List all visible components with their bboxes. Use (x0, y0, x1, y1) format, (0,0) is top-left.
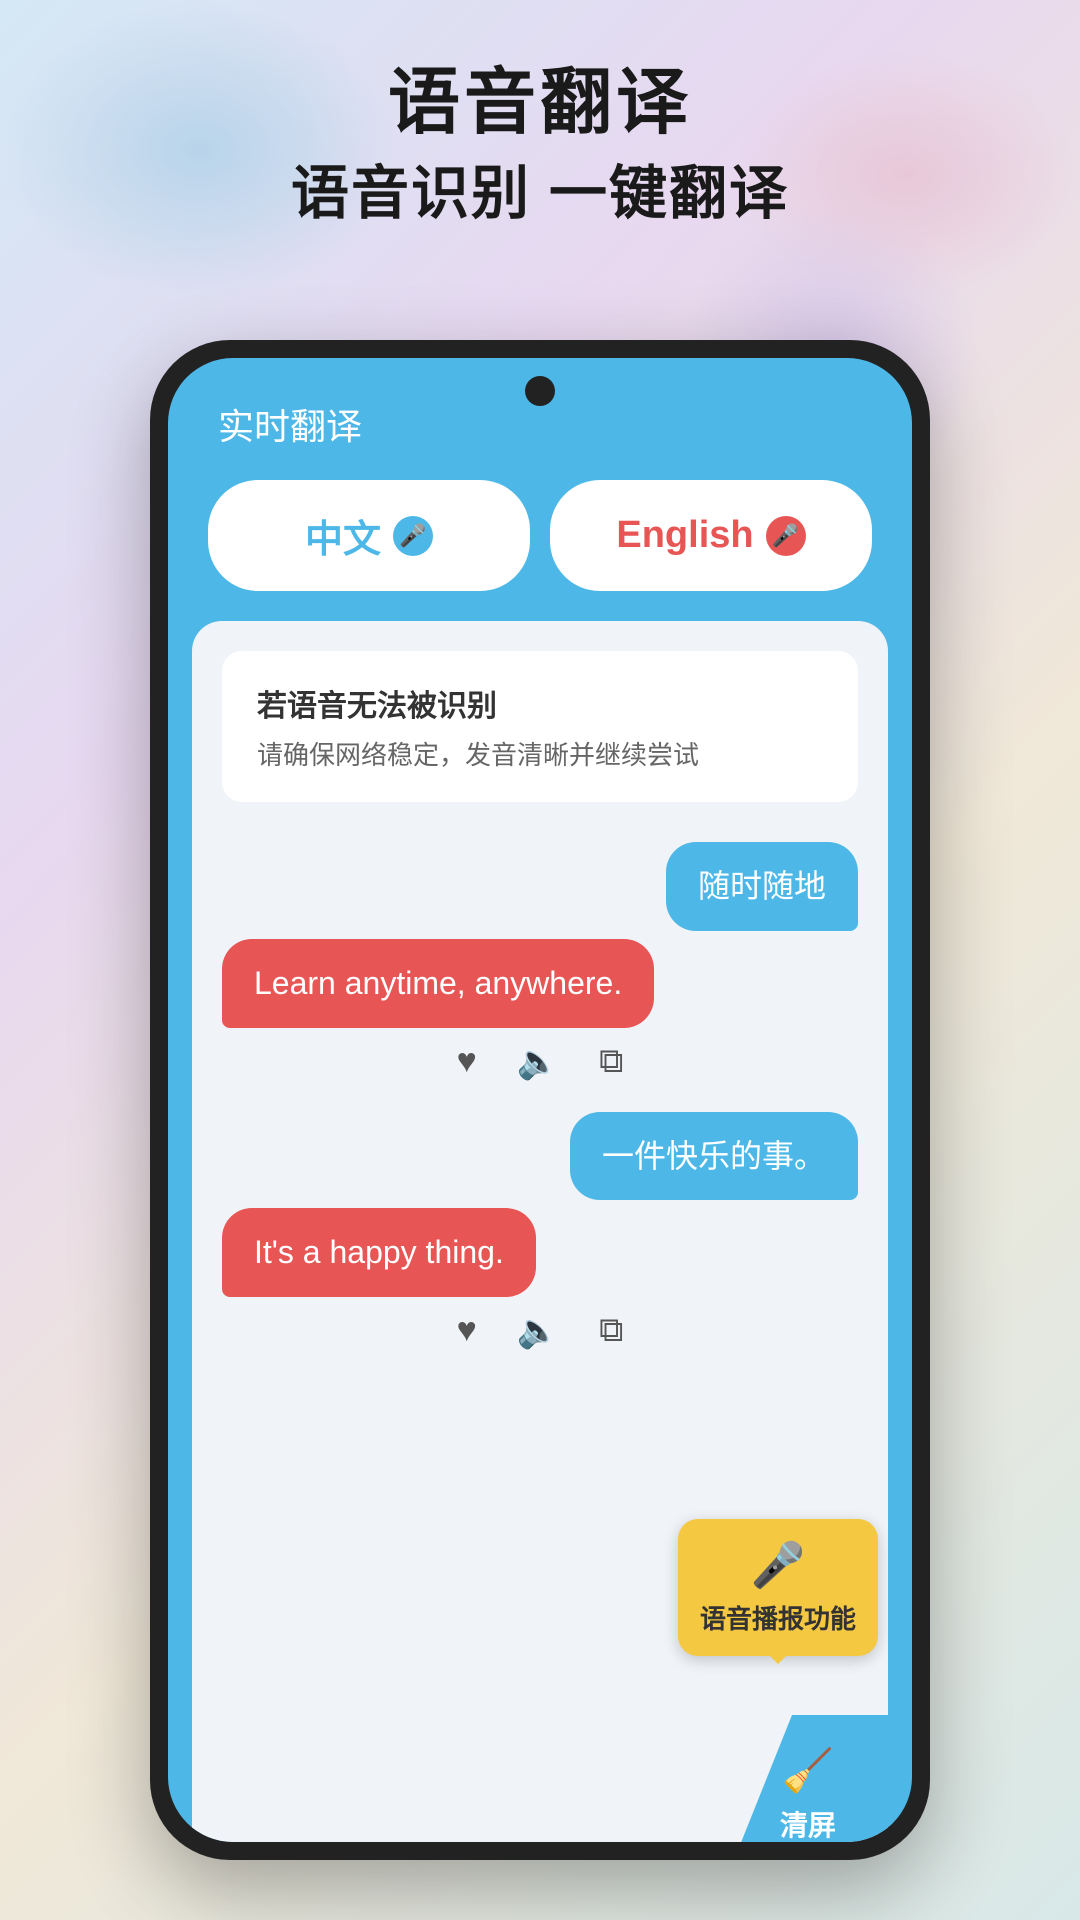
chinese-bubble-2: 一件快乐的事。 (570, 1112, 858, 1201)
action-row-1: ♥ 🔈 ⧉ (222, 1042, 858, 1082)
english-label: English (616, 514, 753, 557)
camera-hole (525, 376, 555, 406)
lang-button-chinese[interactable]: 中文 🎤 (208, 480, 530, 591)
heart-icon-2[interactable]: ♥ (457, 1311, 477, 1351)
chat-area: 随时随地 🎤 语音播报功能 Learn anytime, anywhere. (222, 832, 858, 1391)
message-group-1: 随时随地 🎤 语音播报功能 Learn anytime, anywhere. (222, 842, 858, 1082)
sub-title: 语音识别 一键翻译 (0, 156, 1080, 231)
chinese-bubble-1: 随时随地 (666, 842, 858, 931)
volume-icon-1[interactable]: 🔈 (517, 1042, 559, 1082)
action-row-2: ♥ 🔈 ⧉ (222, 1311, 858, 1351)
voice-broadcast-tooltip: 🎤 语音播报功能 (678, 1519, 878, 1656)
info-box: 若语音无法被识别 请确保网络稳定，发音清晰并继续尝试 (222, 651, 858, 802)
main-title: 语音翻译 (0, 60, 1080, 146)
broom-icon: 🧹 (782, 1747, 834, 1796)
heart-icon-1[interactable]: ♥ (457, 1042, 477, 1082)
message-group-2: 一件快乐的事。 It's a happy thing. ♥ 🔈 ⧉ (222, 1112, 858, 1352)
tooltip-mic-icon: 🎤 (751, 1539, 806, 1591)
phone-wrapper: 实时翻译 中文 🎤 English 🎤 若语音无法被识别 请确保网络稳定，发音清… (150, 340, 930, 1860)
chinese-label: 中文 (305, 508, 381, 563)
clear-button[interactable]: 🧹 清屏 (728, 1715, 888, 1842)
bubble-right-1: 随时随地 (222, 842, 858, 931)
language-selector: 中文 🎤 English 🎤 (168, 470, 912, 621)
copy-icon-2[interactable]: ⧉ (599, 1311, 623, 1351)
english-mic-icon: 🎤 (766, 516, 806, 556)
phone-screen: 实时翻译 中文 🎤 English 🎤 若语音无法被识别 请确保网络稳定，发音清… (168, 358, 912, 1842)
bubble-left-2: It's a happy thing. (222, 1208, 858, 1297)
phone-frame: 实时翻译 中文 🎤 English 🎤 若语音无法被识别 请确保网络稳定，发音清… (150, 340, 930, 1860)
english-bubble-2: It's a happy thing. (222, 1208, 536, 1297)
chinese-mic-icon: 🎤 (393, 516, 433, 556)
english-bubble-1: Learn anytime, anywhere. (222, 939, 654, 1028)
copy-icon-1[interactable]: ⧉ (599, 1042, 623, 1082)
info-desc: 请确保网络稳定，发音清晰并继续尝试 (257, 735, 823, 772)
screen-topbar: 实时翻译 (168, 358, 912, 470)
lang-button-english[interactable]: English 🎤 (550, 480, 872, 591)
info-title: 若语音无法被识别 (257, 681, 823, 725)
clear-label: 清屏 (780, 1804, 836, 1843)
bubble-right-2: 一件快乐的事。 (222, 1112, 858, 1201)
content-area: 若语音无法被识别 请确保网络稳定，发音清晰并继续尝试 随时随地 🎤 (192, 621, 888, 1842)
tooltip-text: 语音播报功能 (700, 1599, 856, 1636)
volume-icon-2[interactable]: 🔈 (517, 1311, 559, 1351)
header-section: 语音翻译 语音识别 一键翻译 (0, 60, 1080, 232)
bubble-left-1: Learn anytime, anywhere. (222, 939, 858, 1028)
